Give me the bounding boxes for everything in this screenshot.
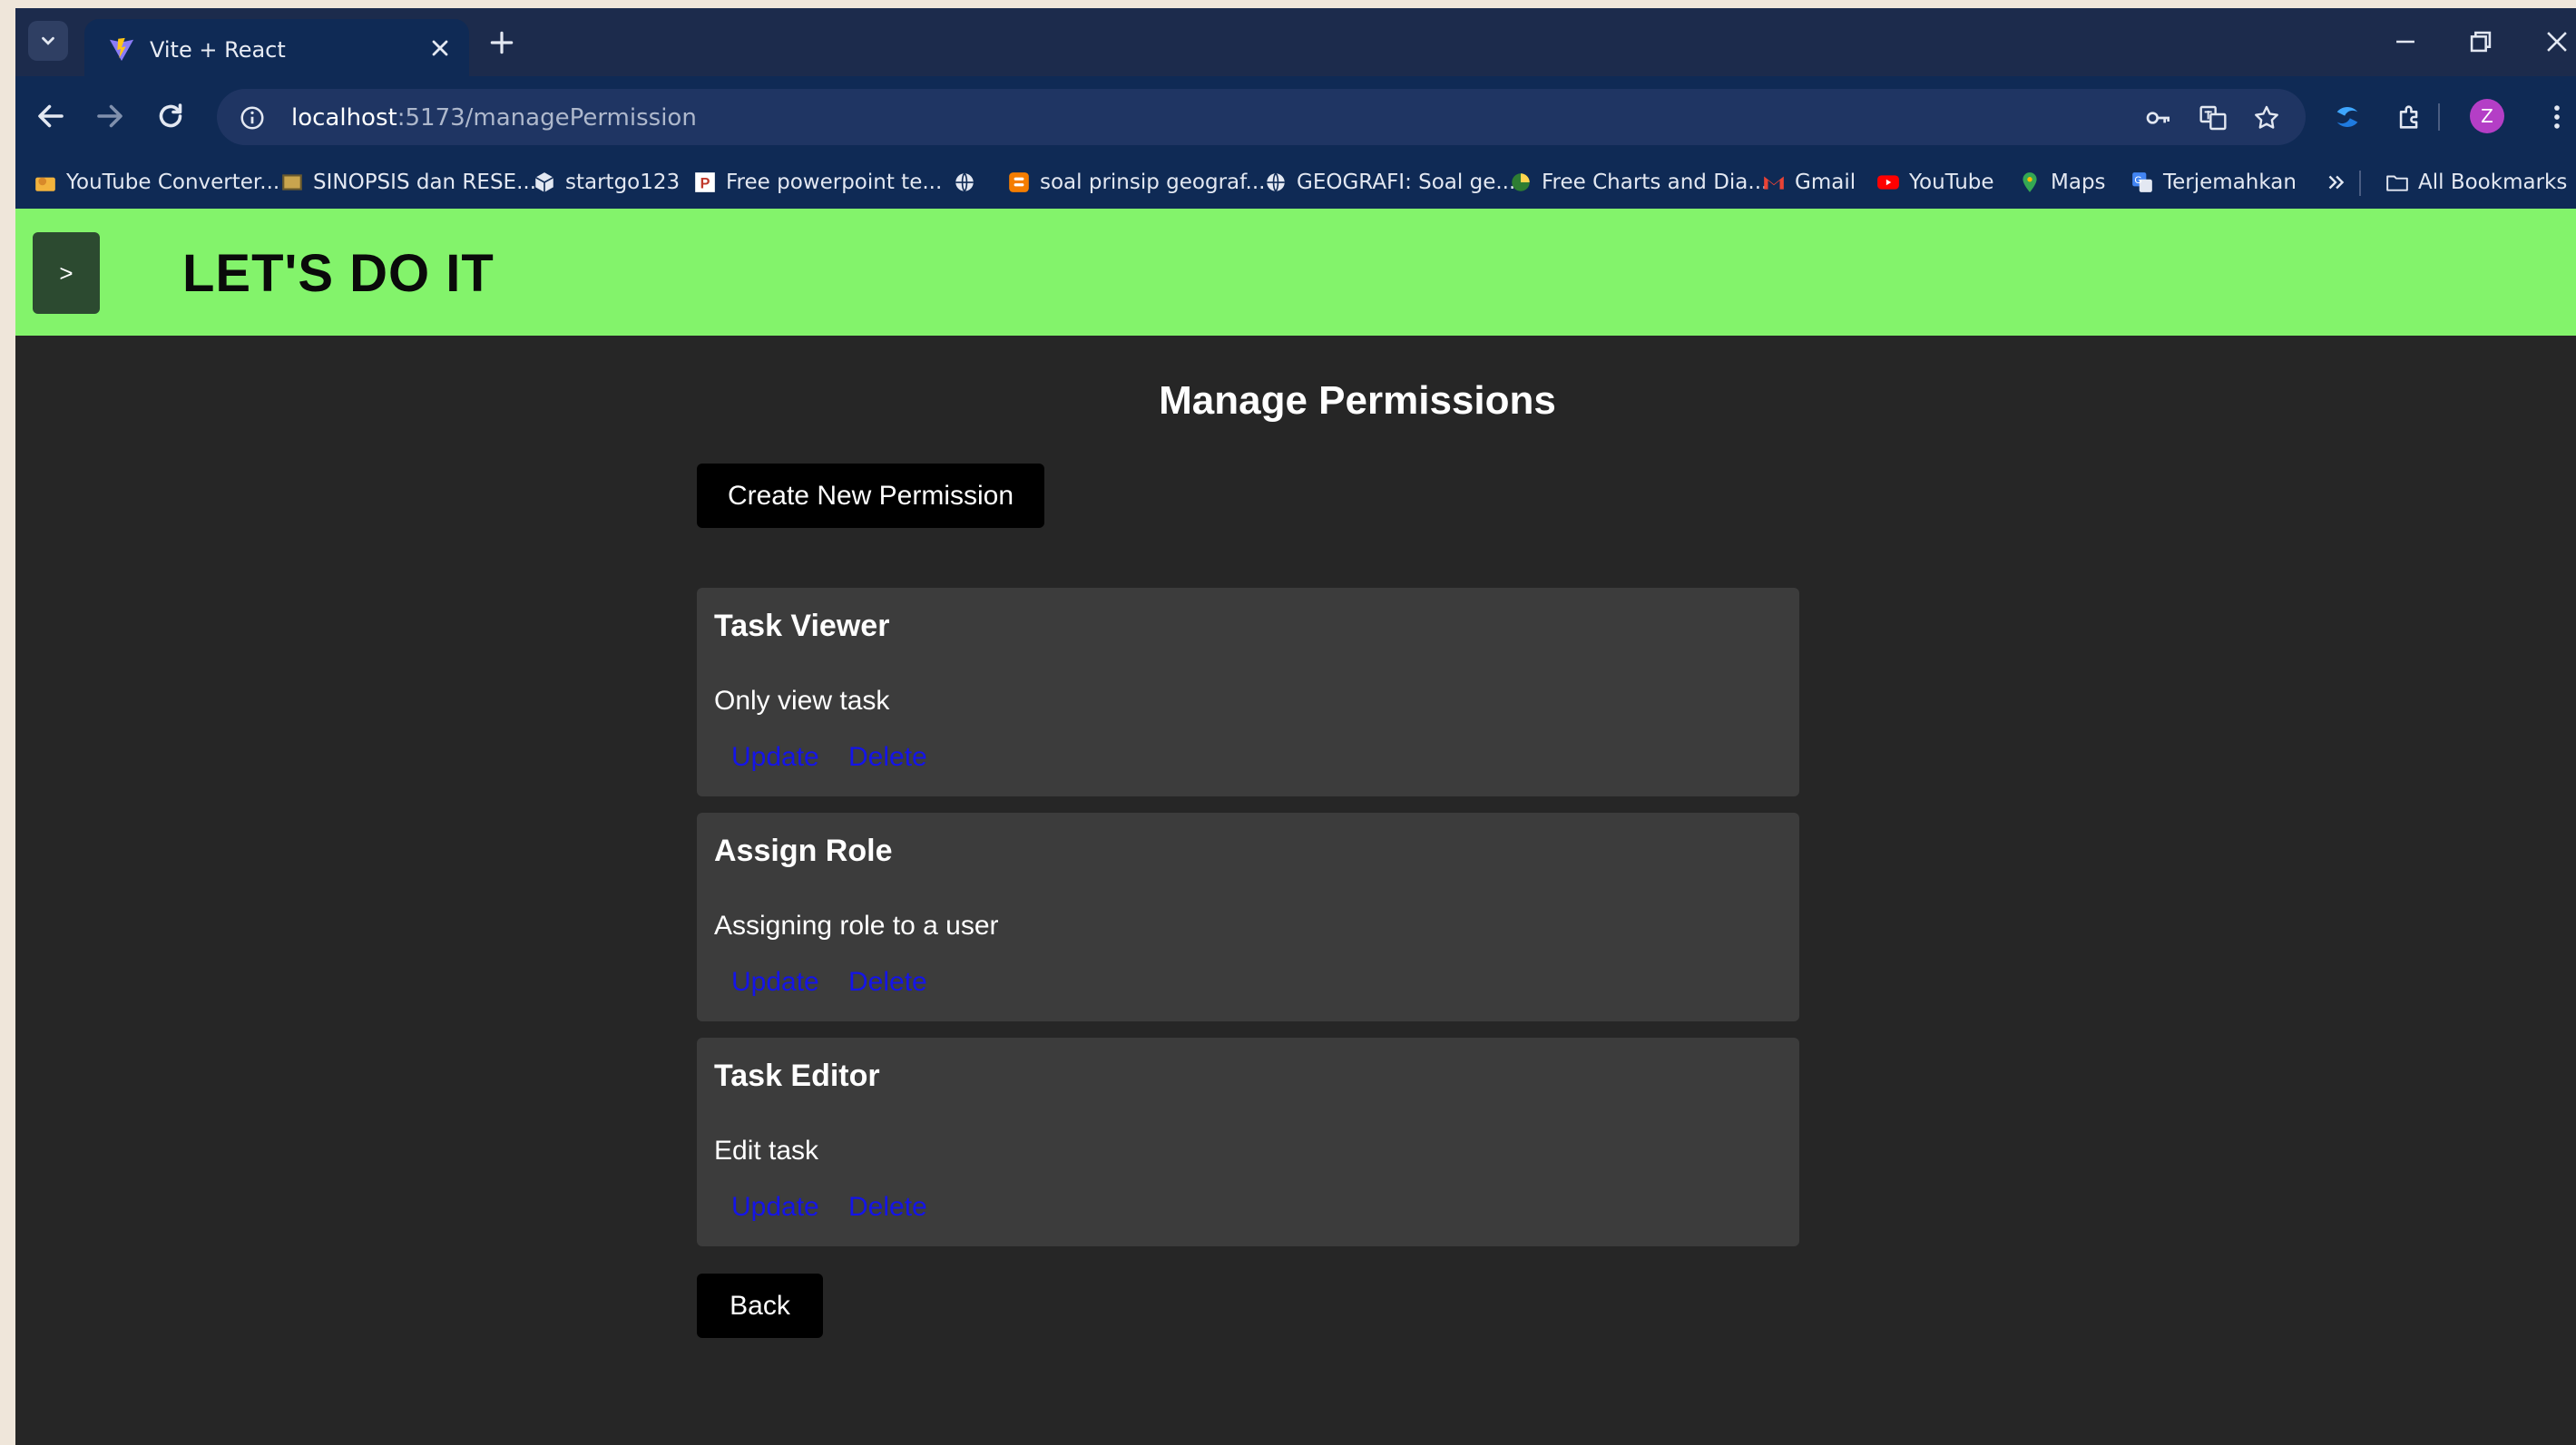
extension-swirl-icon[interactable] bbox=[2332, 102, 2363, 132]
reload-icon[interactable] bbox=[154, 100, 187, 132]
all-bookmarks-button[interactable]: All Bookmarks bbox=[2385, 167, 2567, 198]
folder-icon bbox=[2386, 175, 2408, 191]
puzzle-extensions-icon[interactable] bbox=[2395, 102, 2425, 132]
permission-description: Edit task bbox=[714, 1136, 819, 1166]
bookmark-item[interactable]: G Terjemahkan bbox=[2130, 167, 2297, 198]
browser-tab-active[interactable]: Vite + React bbox=[84, 19, 469, 76]
vite-logo-icon bbox=[109, 37, 134, 62]
browser-window: Vite + React localhost:5173/managePermis… bbox=[15, 8, 2576, 1445]
bookmarks-overflow-button[interactable] bbox=[2324, 167, 2347, 198]
blogger-icon bbox=[1009, 172, 1029, 192]
address-bar[interactable]: localhost:5173/managePermission bbox=[217, 89, 2306, 145]
bookmark-item[interactable]: Gmail bbox=[1762, 167, 1856, 198]
double-chevron-right-icon bbox=[2328, 175, 2345, 190]
app-brand: LET'S DO IT bbox=[182, 244, 495, 303]
app-header: > LET'S DO IT bbox=[15, 209, 2576, 336]
permission-description: Assigning role to a user bbox=[714, 911, 999, 941]
bookmark-item[interactable]: Free Charts and Dia... bbox=[1509, 167, 1768, 198]
svg-text:P: P bbox=[700, 176, 710, 192]
delete-permission-link[interactable]: Delete bbox=[848, 742, 927, 773]
bookmark-item[interactable]: P Free powerpoint te... bbox=[693, 167, 942, 198]
browser-toolbar: localhost:5173/managePermission Z bbox=[15, 76, 2576, 156]
p-icon: P bbox=[695, 172, 715, 192]
bookmark-item[interactable]: soal prinsip geograf... bbox=[1007, 167, 1266, 198]
forward-arrow-icon[interactable] bbox=[93, 100, 126, 132]
star-bookmark-icon[interactable] bbox=[2252, 103, 2281, 132]
site-info-icon[interactable] bbox=[239, 104, 266, 132]
translate-icon: G bbox=[2132, 172, 2152, 192]
globe-icon bbox=[1267, 172, 1285, 192]
update-permission-link[interactable]: Update bbox=[731, 1192, 819, 1223]
permission-name: Task Editor bbox=[714, 1059, 880, 1093]
update-permission-link[interactable]: Update bbox=[731, 967, 819, 998]
back-arrow-icon[interactable] bbox=[34, 100, 67, 132]
delete-permission-link[interactable]: Delete bbox=[848, 1192, 927, 1223]
kebab-menu-icon[interactable] bbox=[2542, 102, 2572, 132]
update-permission-link[interactable]: Update bbox=[731, 742, 819, 773]
chevron-down-icon bbox=[42, 36, 54, 45]
translate-page-icon[interactable] bbox=[2199, 103, 2228, 132]
bookmarks-separator bbox=[2359, 171, 2361, 196]
bookmark-item[interactable]: Maps bbox=[2018, 167, 2106, 198]
folder-cat-icon bbox=[35, 177, 55, 191]
tab-search-button[interactable] bbox=[28, 21, 68, 61]
bookmark-item[interactable]: YouTube bbox=[1876, 167, 1994, 198]
page-title: Manage Permissions bbox=[1159, 378, 1556, 423]
delete-permission-link[interactable]: Delete bbox=[848, 967, 927, 998]
toolbar-separator bbox=[2438, 103, 2440, 131]
minimize-icon[interactable] bbox=[2390, 26, 2421, 57]
new-tab-icon[interactable] bbox=[487, 28, 516, 57]
key-icon[interactable] bbox=[2144, 103, 2173, 132]
close-window-icon[interactable] bbox=[2542, 26, 2572, 57]
cube-icon bbox=[534, 172, 554, 192]
sidebar-toggle-button[interactable]: > bbox=[33, 232, 100, 314]
bookmarks-bar: YouTube Converter... SINOPSIS dan RESE..… bbox=[15, 156, 2576, 209]
back-button[interactable]: Back bbox=[697, 1274, 823, 1338]
youtube-icon bbox=[1877, 175, 1899, 190]
permission-card: Task Viewer Only view task Update Delete bbox=[697, 588, 1799, 796]
bookmark-item[interactable]: GEOGRAFI: Soal ge... bbox=[1264, 167, 1515, 198]
permission-description: Only view task bbox=[714, 686, 890, 716]
globe-icon bbox=[955, 172, 974, 192]
tab-strip: Vite + React bbox=[15, 8, 2576, 76]
permission-name: Task Viewer bbox=[714, 609, 890, 643]
maps-icon bbox=[2023, 172, 2037, 192]
url-text: localhost:5173/managePermission bbox=[291, 104, 697, 132]
svg-text:G: G bbox=[2134, 175, 2141, 186]
create-permission-button[interactable]: Create New Permission bbox=[697, 464, 1044, 528]
chart-icon bbox=[1512, 173, 1530, 191]
permission-card: Assign Role Assigning role to a user Upd… bbox=[697, 813, 1799, 1021]
bookmark-item[interactable]: startgo123 bbox=[533, 167, 680, 198]
permission-card: Task Editor Edit task Update Delete bbox=[697, 1038, 1799, 1246]
permission-name: Assign Role bbox=[714, 834, 893, 868]
tab-title: Vite + React bbox=[150, 37, 286, 63]
photo-icon bbox=[282, 174, 302, 190]
profile-avatar[interactable]: Z bbox=[2470, 99, 2504, 133]
restore-icon[interactable] bbox=[2465, 26, 2496, 57]
bookmark-item[interactable]: SINOPSIS dan RESE... bbox=[280, 167, 536, 198]
bookmark-item[interactable]: YouTube Converter... bbox=[34, 167, 279, 198]
gmail-icon bbox=[1764, 176, 1784, 190]
bookmark-item[interactable] bbox=[953, 167, 985, 198]
close-tab-icon[interactable] bbox=[427, 35, 453, 61]
